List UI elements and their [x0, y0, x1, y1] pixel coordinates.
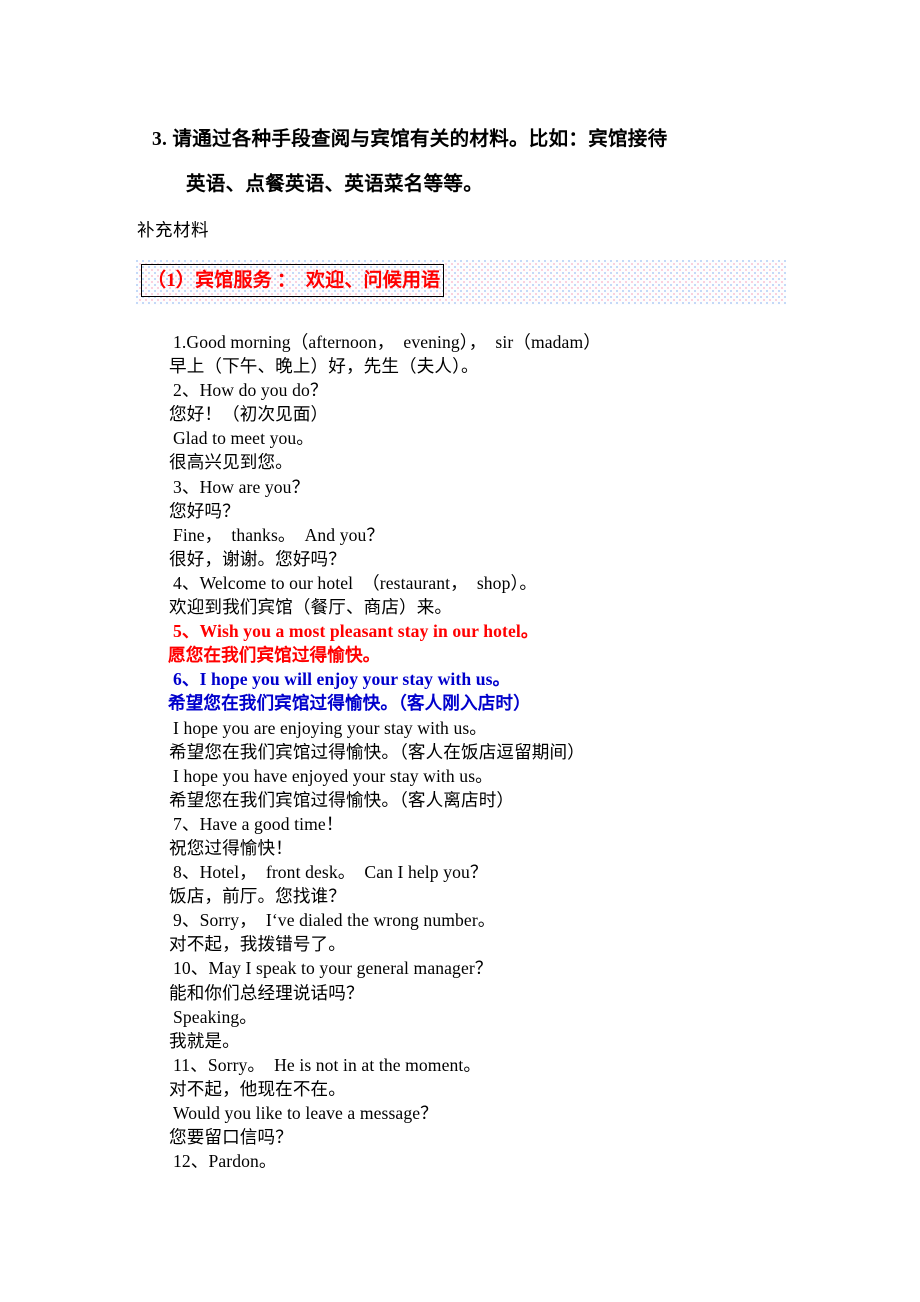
phrase-line: 3、How are you？ [173, 476, 310, 497]
phrase-line: Fine， thanks。 And you？ [173, 524, 385, 545]
phrase-line: 4、Welcome to our hotel （restaurant， shop… [173, 572, 538, 593]
instruction-line-1: 3. 请通过各种手段查阅与宾馆有关的材料。比如：宾馆接待 [152, 129, 668, 150]
phrase-line: 能和你们总经理说话吗？ [169, 982, 364, 1003]
phrase-line: 12、Pardon。 [173, 1151, 277, 1172]
phrase-line: 9、Sorry， I‘ve dialed the wrong number。 [173, 910, 496, 931]
phrase-line: 愿您在我们宾馆过得愉快。 [168, 645, 381, 666]
section-heading-box: （1）宾馆服务 ： 欢迎、问候用语 [141, 264, 445, 297]
phrase-line: 很好，谢谢。您好吗？ [169, 548, 346, 569]
phrase-line: 8、Hotel， front desk。 Can I help you？ [173, 862, 488, 883]
instruction-line-2: 英语、点餐英语、英语菜名等等。 [186, 174, 484, 195]
phrase-line: 1.Good morning（afternoon， evening）， sir（… [173, 332, 601, 352]
instruction-paragraph: 3. 请通过各种手段查阅与宾馆有关的材料。比如：宾馆接待 英语、点餐英语、英语菜… [152, 117, 792, 207]
phrase-line: 很高兴见到您。 [169, 452, 293, 473]
supplement-material-label: 补充材料 [137, 220, 209, 240]
phrase-line: Would you like to leave a message？ [173, 1103, 438, 1123]
phrase-line: 6、I hope you will enjoy your stay with u… [173, 669, 511, 690]
phrase-line: 欢迎到我们宾馆（餐厅、商店）来。 [169, 597, 453, 618]
phrase-line: 10、May I speak to your general manager？ [173, 958, 493, 979]
phrase-line: 希望您在我们宾馆过得愉快。（客人在饭店逗留期间） [169, 741, 585, 762]
phrase-line: I hope you are enjoying your stay with u… [173, 717, 487, 738]
phrase-line: 11、Sorry。 He is not in at the moment。 [173, 1054, 482, 1075]
phrase-line: 2、How do you do？ [173, 380, 328, 401]
phrase-line: 您好！（初次见面） [169, 404, 329, 425]
phrase-line: 我就是。 [169, 1030, 240, 1051]
phrase-line: 希望您在我们宾馆过得愉快。（客人离店时） [169, 789, 515, 810]
phrase-line: 5、Wish you a most pleasant stay in our h… [173, 621, 539, 642]
phrase-line: 对不起，我拨错号了。 [169, 934, 346, 955]
phrase-line: Speaking。 [173, 1006, 257, 1027]
phrase-line: 您要留口信吗？ [169, 1127, 293, 1148]
phrase-line: I hope you have enjoyed your stay with u… [173, 765, 493, 786]
document-page: 3. 请通过各种手段查阅与宾馆有关的材料。比如：宾馆接待 英语、点餐英语、英语菜… [0, 0, 920, 1302]
phrase-line: 7、Have a good time！ [173, 813, 344, 834]
phrase-line: 祝您过得愉快！ [169, 837, 293, 858]
phrase-list: 1.Good morning（afternoon， evening）， sir（… [168, 330, 868, 1173]
phrase-line: 早上（下午、晚上）好，先生（夫人）。 [169, 356, 479, 377]
phrase-line: 您好吗？ [169, 500, 240, 521]
section-heading-text: （1）宾馆服务 ： 欢迎、问候用语 [147, 270, 441, 291]
phrase-line: 希望您在我们宾馆过得愉快。（客人刚入店时） [168, 693, 531, 714]
phrase-line: 对不起，他现在不在。 [169, 1078, 346, 1099]
phrase-line: 饭店，前厅。您找谁？ [169, 886, 346, 907]
phrase-line: Glad to meet you。 [173, 428, 314, 449]
